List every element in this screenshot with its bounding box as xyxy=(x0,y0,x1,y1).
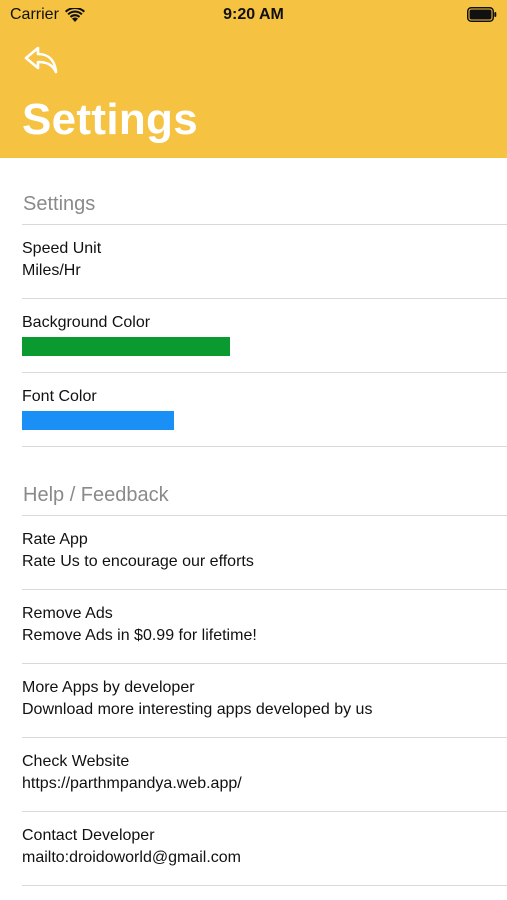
settings-list: Settings Speed Unit Miles/Hr Background … xyxy=(0,158,507,886)
status-time: 9:20 AM xyxy=(223,6,284,23)
background-color-title: Background Color xyxy=(22,314,151,331)
contact-developer-title: Contact Developer xyxy=(22,827,155,844)
font-color-row[interactable]: Font Color xyxy=(22,373,507,447)
more-apps-subtitle: Download more interesting apps developed… xyxy=(22,701,373,718)
remove-ads-row[interactable]: Remove Ads Remove Ads in $0.99 for lifet… xyxy=(22,590,507,664)
more-apps-title: More Apps by developer xyxy=(22,679,195,696)
speed-unit-title: Speed Unit xyxy=(22,240,102,257)
page-title: Settings xyxy=(22,95,198,144)
rate-app-row[interactable]: Rate App Rate Us to encourage our effort… xyxy=(22,516,507,590)
rate-app-subtitle: Rate Us to encourage our efforts xyxy=(22,553,254,570)
speed-unit-value: Miles/Hr xyxy=(22,262,81,279)
back-arrow-icon[interactable] xyxy=(22,42,60,76)
check-website-subtitle: https://parthmpandya.web.app/ xyxy=(22,775,242,792)
contact-developer-subtitle: mailto:droidoworld@gmail.com xyxy=(22,849,241,866)
remove-ads-title: Remove Ads xyxy=(22,605,113,622)
section-header-label: Settings xyxy=(23,193,96,215)
check-website-row[interactable]: Check Website https://parthmpandya.web.a… xyxy=(22,738,507,812)
section-header-help: Help / Feedback xyxy=(0,447,507,515)
background-color-swatch xyxy=(22,337,230,356)
more-apps-row[interactable]: More Apps by developer Download more int… xyxy=(22,664,507,738)
speed-unit-row[interactable]: Speed Unit Miles/Hr xyxy=(22,225,507,299)
contact-developer-row[interactable]: Contact Developer mailto:droidoworld@gma… xyxy=(22,812,507,886)
check-website-title: Check Website xyxy=(22,753,130,770)
status-bar: Carrier 9:20 AM xyxy=(0,0,507,30)
nav-header: Carrier 9:20 AM Settings xyxy=(0,0,507,158)
font-color-swatch xyxy=(22,411,174,430)
section-header-label: Help / Feedback xyxy=(23,484,169,506)
remove-ads-subtitle: Remove Ads in $0.99 for lifetime! xyxy=(22,627,257,644)
battery-icon xyxy=(467,7,497,22)
font-color-title: Font Color xyxy=(22,388,97,405)
section-header-settings: Settings xyxy=(0,158,507,224)
background-color-row[interactable]: Background Color xyxy=(22,299,507,373)
rate-app-title: Rate App xyxy=(22,531,88,548)
